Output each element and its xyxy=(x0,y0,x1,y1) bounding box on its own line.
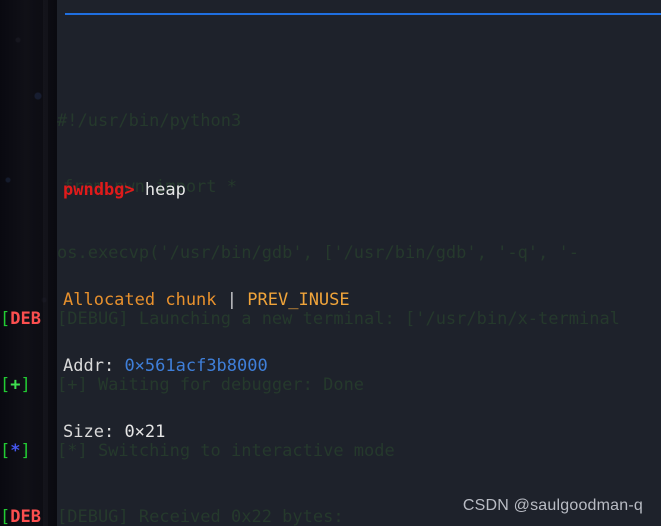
chunk-addr-row: Addr: 0×561acf3b8000 xyxy=(57,355,661,377)
addr-label: Addr: xyxy=(63,356,115,376)
terminal-output[interactable]: pwndbg> heap Allocated chunk | PREV_INUS… xyxy=(57,0,661,526)
prompt-label: pwndbg> xyxy=(63,180,135,200)
pwndbg-terminal-window[interactable]: #!/usr/bin/python3 from pwn import * os.… xyxy=(57,0,661,526)
size-label: Size: xyxy=(63,422,115,442)
background-terminal-lines: [DEB [+] [*] [DEB Note 1. c 2. w 3. d 4.… xyxy=(0,0,57,526)
csdn-watermark: CSDN @saulgoodman-q xyxy=(462,497,643,514)
chunk-addr: 0×561acf3b8000 xyxy=(124,356,268,376)
chunk-kind: Allocated chunk xyxy=(63,290,217,310)
debug-tag: DEB xyxy=(10,309,41,329)
bg-line-debug: [DEB xyxy=(0,309,41,329)
bg-line xyxy=(0,242,57,264)
command-line: pwndbg> heap xyxy=(57,179,661,201)
bg-line-debug: [DEB xyxy=(0,507,41,526)
pipe-separator: | xyxy=(226,290,238,310)
bg-line xyxy=(0,176,57,198)
chunk-header: Allocated chunk | PREV_INUSE xyxy=(57,289,661,311)
terminal-screenshot: [DEB [+] [*] [DEB Note 1. c 2. w 3. d 4.… xyxy=(0,0,661,526)
command-text: heap xyxy=(144,180,186,200)
chunk-size-row: Size: 0×21 xyxy=(57,421,661,443)
bg-line-star: [*] xyxy=(0,441,31,461)
debug-tag: DEB xyxy=(10,507,41,526)
background-terminal-window[interactable]: [DEB [+] [*] [DEB Note 1. c 2. w 3. d 4.… xyxy=(0,0,57,526)
bg-line-plus: [+] xyxy=(0,375,31,395)
chunk-flag: PREV_INUSE xyxy=(247,290,350,310)
chunk-size: 0×21 xyxy=(124,422,166,442)
bg-line xyxy=(0,110,57,132)
bg-line xyxy=(0,44,57,66)
